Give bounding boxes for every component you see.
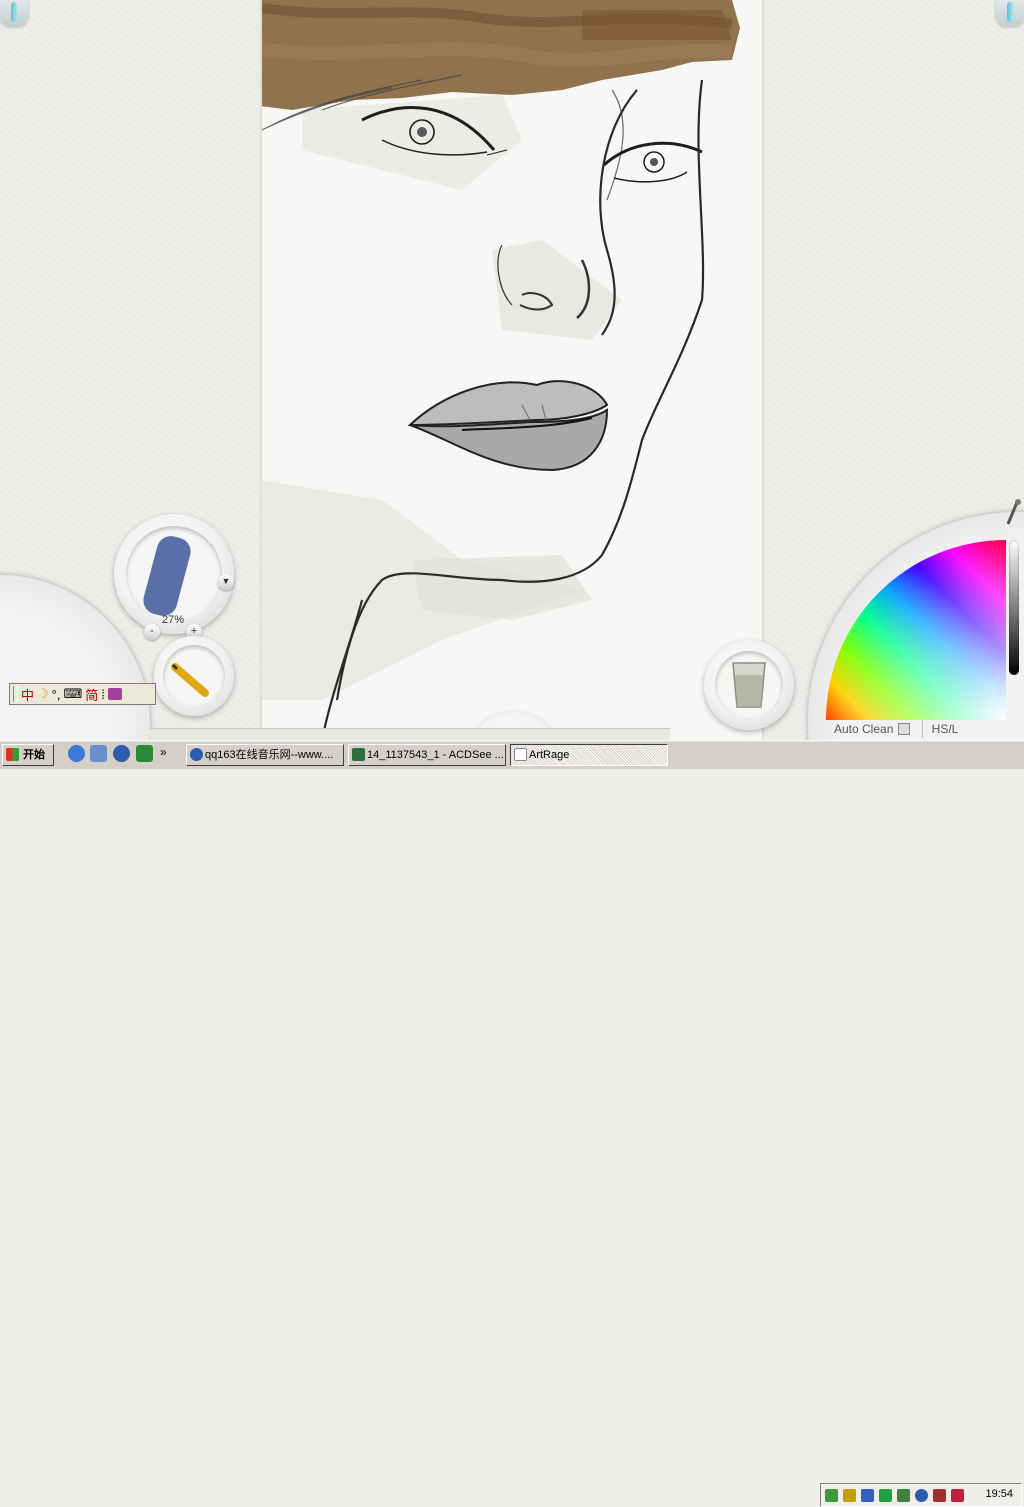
auto-clean-label: Auto Clean [834,722,894,736]
task-button-acdsee[interactable]: 14_1137543_1 - ACDSee ... [348,744,506,766]
hsl-mode-button[interactable]: HS/L [922,720,967,738]
umbrella-icon[interactable] [879,1489,892,1502]
shield-icon[interactable] [861,1489,874,1502]
auto-clean-toggle[interactable]: Auto Clean [834,720,911,738]
brush-size-readout: 27% [162,614,185,626]
size-slider-arrow-icon[interactable]: ▼ [218,574,234,590]
ime-grip-icon[interactable] [13,686,18,702]
flag-icon[interactable] [951,1489,964,1502]
auto-clean-checkbox[interactable] [898,723,911,735]
task-button-browser[interactable]: qq163在线音乐网--www.... [186,744,344,766]
sketch-artwork [262,0,740,740]
pen-tablet-icon[interactable] [933,1489,946,1502]
eyedropper-icon[interactable] [1004,498,1022,528]
workspace: 27% - + ▼ Auto Clean HS/L 中 ☽ °, ⌨ 简 ⁞ [0,0,1024,740]
punctuation-icon[interactable]: °, [52,687,61,702]
cup-well [715,651,783,719]
show-desktop-icon[interactable] [90,745,107,762]
color-wheel[interactable] [826,540,1006,720]
ime-settings-icon[interactable]: ⁞ [101,687,105,702]
excel-icon[interactable] [136,745,153,762]
maxthon-icon[interactable] [113,745,130,762]
windows-taskbar: 开始 » qq163在线音乐网--www.... 14_1137543_1 - … [0,740,1024,1507]
maxthon-tray-icon[interactable] [915,1489,928,1502]
artrage-icon [514,748,527,761]
simplified-chinese-button[interactable]: 简 [85,685,98,704]
system-tray: 19:54 [820,1483,1022,1507]
clean-brush-pod[interactable] [704,640,794,730]
start-label: 开始 [23,749,45,761]
task-label: qq163在线音乐网--www.... [205,749,334,761]
brush-shape-icon [143,536,191,616]
task-button-artrage[interactable]: ArtRage [510,744,668,766]
current-tool-pod[interactable] [154,636,234,716]
pencil-icon [171,663,209,697]
brush-size-pod: 27% - + ▼ [114,514,234,640]
decrease-size-button[interactable]: - [144,624,160,640]
windows-logo-icon [6,748,19,761]
current-tool-well [163,645,225,707]
start-button[interactable]: 开始 [2,744,54,766]
computer-icon[interactable] [897,1489,910,1502]
task-label: ArtRage [529,749,570,761]
network-icon[interactable] [825,1489,838,1502]
water-cup-icon [732,662,766,708]
luminance-slider[interactable] [1009,540,1019,675]
left-panel-toggle[interactable] [0,0,28,26]
quicklaunch-chevron[interactable]: » [160,745,167,759]
soft-keyboard-icon[interactable]: ⌨ [63,686,82,702]
bottom-status-strip [150,728,670,740]
ie-browser-icon[interactable] [68,745,85,762]
brush-preview: 27% [126,526,222,626]
ime-toolbar[interactable]: 中 ☽ °, ⌨ 简 ⁞ [9,683,156,705]
ime-language-button[interactable]: 中 [21,685,34,704]
ime-help-icon[interactable] [107,688,122,700]
clock[interactable]: 19:54 [985,1488,1013,1500]
right-panel-toggle[interactable] [996,0,1024,26]
acdsee-icon [352,748,365,761]
task-label: 14_1137543_1 - ACDSee ... [367,749,504,761]
drawing-canvas[interactable] [262,0,762,740]
half-width-moon-icon[interactable]: ☽ [37,686,49,702]
volume-icon[interactable] [843,1489,856,1502]
browser-icon [190,748,203,761]
